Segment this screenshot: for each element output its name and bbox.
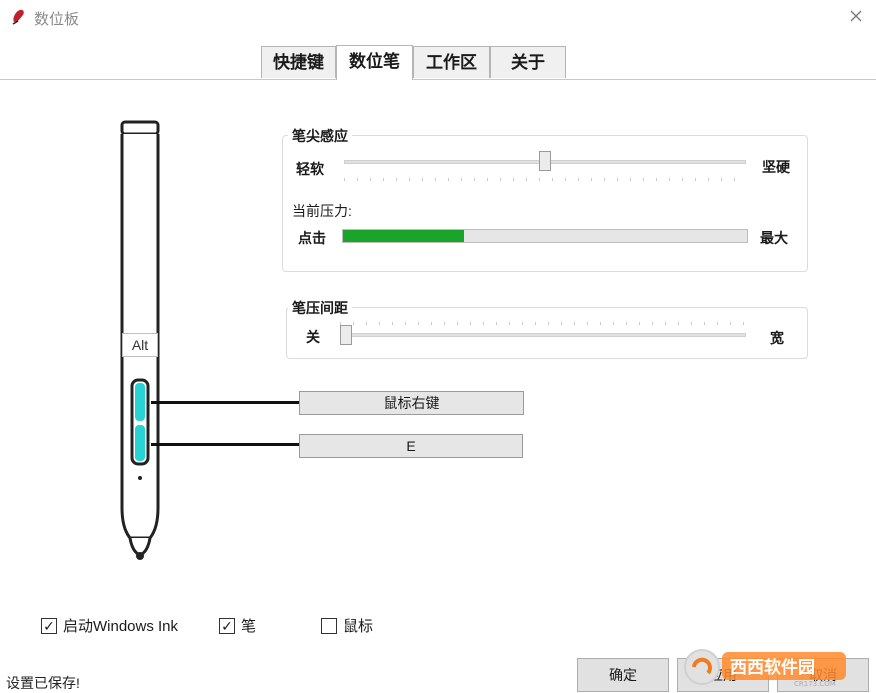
tab-pen[interactable]: 数位笔	[336, 45, 413, 80]
watermark-text: 西西软件园	[730, 657, 815, 678]
windows-ink-check-icon: ✓	[41, 617, 57, 634]
pen-checkbox[interactable]: ✓ 笔	[219, 615, 256, 636]
pen-side-buttons	[130, 378, 150, 466]
lower-button-connector	[151, 443, 299, 446]
mouse-option-label: 鼠标	[343, 618, 374, 635]
watermark-logo: 西西软件园 CR173.COM	[684, 649, 846, 688]
upper-button-connector	[151, 401, 299, 404]
tip-feel-firm-label: 坚硬	[762, 159, 790, 175]
alt-tooltip: Alt	[122, 333, 158, 357]
double-click-title: 笔压间距	[288, 298, 352, 318]
double-click-track	[340, 333, 746, 337]
title-bar: 数位板	[0, 0, 876, 36]
pressure-fill	[343, 230, 465, 242]
upper-button-assignment[interactable]: 鼠标右键	[299, 391, 524, 415]
tip-feel-ticks	[344, 178, 746, 181]
current-pressure-label: 当前压力:	[292, 203, 352, 219]
watermark-subtext: CR173.COM	[794, 680, 836, 688]
double-click-ticks	[340, 322, 746, 325]
tab-divider	[0, 79, 876, 80]
double-click-slider[interactable]	[340, 325, 352, 345]
ok-button[interactable]: 确定	[577, 658, 669, 692]
pen-option-label: 笔	[241, 618, 257, 635]
double-click-off-label: 关	[306, 329, 320, 345]
pen-check-icon: ✓	[219, 617, 235, 634]
lower-side-button[interactable]	[135, 425, 145, 461]
tab-shortcuts[interactable]: 快捷键	[261, 46, 336, 78]
tab-workspace[interactable]: 工作区	[413, 46, 490, 78]
window-title: 数位板	[34, 11, 80, 28]
upper-side-button[interactable]	[135, 383, 145, 421]
tip-feel-soft-label: 轻软	[296, 161, 324, 177]
windows-ink-checkbox[interactable]: ✓ 启动Windows Ink	[41, 615, 178, 636]
pressure-max-label: 最大	[760, 230, 788, 246]
windows-ink-label: 启动Windows Ink	[63, 618, 179, 635]
tip-feel-title: 笔尖感应	[288, 126, 352, 146]
status-text: 设置已保存!	[6, 675, 80, 691]
pressure-min-label: 点击	[298, 230, 326, 246]
tab-about[interactable]: 关于	[490, 46, 566, 78]
tip-feel-slider[interactable]	[539, 151, 551, 171]
mouse-check-icon	[321, 617, 337, 634]
lower-button-assignment[interactable]: E	[299, 434, 523, 458]
pressure-bar	[342, 229, 748, 243]
close-icon[interactable]	[846, 6, 866, 26]
app-pen-icon	[12, 9, 24, 25]
mouse-checkbox[interactable]: 鼠标	[321, 615, 373, 636]
double-click-wide-label: 宽	[770, 330, 784, 346]
